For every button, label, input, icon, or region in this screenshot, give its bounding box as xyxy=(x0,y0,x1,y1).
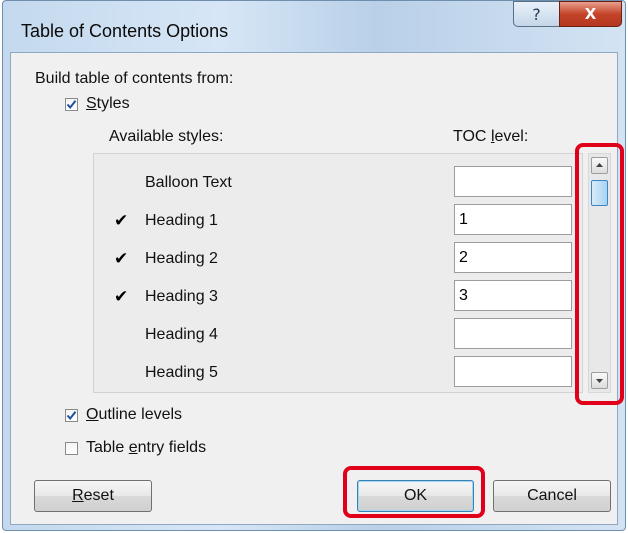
reset-button[interactable]: Reset xyxy=(34,480,152,512)
close-button[interactable]: X xyxy=(559,1,622,27)
toc-level-header: TOC level: xyxy=(453,128,529,145)
style-row: Balloon Text xyxy=(94,165,582,203)
available-styles-header: Available styles: xyxy=(109,128,224,145)
toc-level-input[interactable] xyxy=(454,166,572,197)
toc-level-input[interactable] xyxy=(454,318,572,349)
style-row: ✔ Heading 3 3 xyxy=(94,279,582,317)
build-from-label: Build table of contents from: xyxy=(35,70,234,87)
styles-label: Styles xyxy=(86,95,130,112)
style-row: Heading 5 xyxy=(94,355,582,393)
dialog-title: Table of Contents Options xyxy=(21,21,229,41)
style-name: Balloon Text xyxy=(145,174,232,191)
table-entry-fields-checkbox[interactable] xyxy=(65,442,78,455)
help-icon: ? xyxy=(532,4,541,24)
styles-checkbox[interactable] xyxy=(65,98,78,111)
style-name: Heading 5 xyxy=(145,364,218,381)
style-name: Heading 1 xyxy=(145,212,218,229)
cancel-button[interactable]: Cancel xyxy=(493,480,611,512)
style-name: Heading 2 xyxy=(145,250,218,267)
scrollbar-highlight-box xyxy=(575,143,624,405)
style-row: ✔ Heading 1 1 xyxy=(94,203,582,241)
toc-level-input[interactable] xyxy=(454,356,572,387)
title-bar: Table of Contents Options ? X xyxy=(3,1,625,51)
checkmark-icon: ✔ xyxy=(114,211,129,230)
table-entry-fields-label: Table entry fields xyxy=(86,439,207,456)
outline-levels-checkbox[interactable] xyxy=(65,409,78,422)
checkmark-icon xyxy=(66,411,77,421)
styles-list: Balloon Text ✔ Heading 1 1 ✔ Heading 2 2… xyxy=(93,153,583,393)
dialog-body: Build table of contents from: Styles Ava… xyxy=(10,52,618,525)
style-row: Heading 4 xyxy=(94,317,582,355)
style-name: Heading 4 xyxy=(145,326,218,343)
checkmark-icon: ✔ xyxy=(114,249,129,268)
checkmark-icon xyxy=(66,100,77,110)
ok-button-highlight-box xyxy=(343,466,485,518)
dialog-window: Table of Contents Options ? X Build tabl… xyxy=(2,0,626,531)
style-row: ✔ Heading 2 2 xyxy=(94,241,582,279)
checkmark-icon: ✔ xyxy=(114,287,129,306)
toc-level-input[interactable]: 2 xyxy=(454,242,572,273)
toc-level-input[interactable]: 1 xyxy=(454,204,572,235)
help-button[interactable]: ? xyxy=(513,1,560,27)
outline-levels-label: Outline levels xyxy=(86,406,183,423)
close-icon: X xyxy=(584,5,597,23)
toc-level-input[interactable]: 3 xyxy=(454,280,572,311)
style-name: Heading 3 xyxy=(145,288,218,305)
